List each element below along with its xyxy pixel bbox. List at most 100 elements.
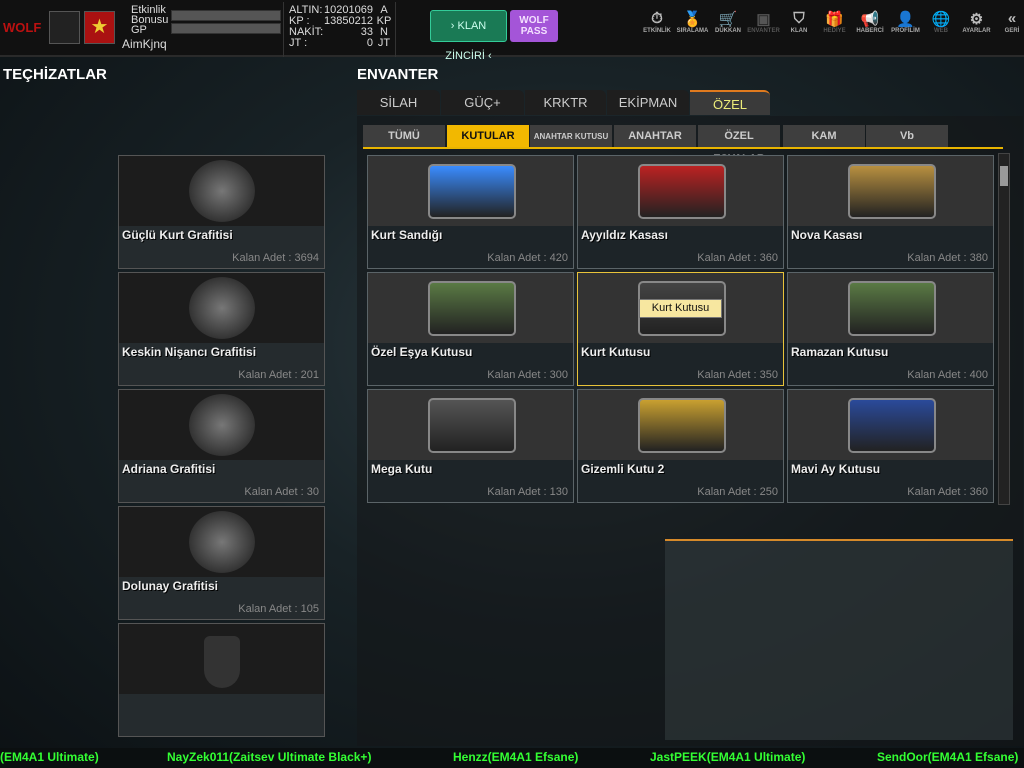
inventory-item[interactable]: Nova Kasası Kalan Adet : 380 [787,155,994,269]
box-image [848,164,936,219]
gp-label: GP [131,24,147,36]
tab-3[interactable]: EKİPMAN [607,90,689,115]
dükkan-icon: 🛒 [718,11,738,28]
haberci̇-icon: 📢 [860,11,880,28]
item-count: Kalan Adet : 360 [907,486,988,498]
empty-equipment-slot[interactable] [118,623,325,737]
equipment-title: TEÇHİZATLAR [3,66,107,83]
equipment-count: Kalan Adet : 3694 [232,252,319,264]
subtab-1[interactable]: KUTULAR [447,125,529,148]
inventory-scrollbar[interactable] [998,153,1010,505]
web-icon: 🌐 [931,11,951,28]
inventory-item[interactable]: Kurt Sandığı Kalan Adet : 420 [367,155,574,269]
wolf-pass-button[interactable]: WOLF PASS [510,10,558,42]
subtab-6[interactable]: Vb [866,125,948,148]
inventory-item[interactable]: Gizemli Kutu 2 Kalan Adet : 250 [577,389,784,503]
item-count: Kalan Adet : 300 [487,369,568,381]
item-count: Kalan Adet : 420 [487,252,568,264]
nav-envanter[interactable]: ▣ ENVANTER [746,10,782,34]
currency-unit: JT [377,37,391,49]
box-image [428,281,516,336]
nav-geri̇[interactable]: «GERİ [994,10,1024,34]
item-name: Ayyıldız Kasası [581,228,668,242]
tab-4[interactable]: ÖZEL [690,90,770,115]
top-bar: WOLF ★ Etkinlik Bonusu GP AimKjnq ALTIN:… [0,0,1024,62]
scrollbar-thumb[interactable] [1000,166,1008,186]
nav-dükkan[interactable]: 🛒 DÜKKAN [710,10,746,34]
geri̇-icon: « [1007,10,1017,27]
nav-label: SIRALAMA [676,28,709,34]
game-logo: WOLF [3,20,42,35]
tab-0[interactable]: SİLAH [357,90,440,115]
item-tooltip: Kurt Kutusu [639,299,722,318]
subtab-0[interactable]: TÜMÜ [363,125,445,148]
gp-bar [171,23,281,34]
item-name: Nova Kasası [791,228,863,242]
currency-panel: ALTIN: 10201069 A KP :13850212 KP NAKİT: 33 N JT… [283,2,396,57]
nav-profi̇li̇m[interactable]: 👤 PROFİLİM [888,10,924,34]
inventory-title: ENVANTER [357,66,439,83]
ticker-entry: (EM4A1 Ultimate) [0,750,99,764]
nav-klan[interactable]: ⛉ KLAN [781,10,817,34]
nav-label: KLAN [790,28,808,34]
graffiti-image [189,511,255,573]
equipment-card[interactable]: Dolunay Grafitisi Kalan Adet : 105 [118,506,325,620]
tab-1[interactable]: GÜÇ+ [441,90,524,115]
tab-2[interactable]: KRKTR [525,90,606,115]
nav-etki̇nli̇k[interactable]: ⏱ ETKİNLİK [639,10,675,34]
inventory-item[interactable]: Ramazan Kutusu Kalan Adet : 400 [787,272,994,386]
inventory-item[interactable]: Ayyıldız Kasası Kalan Adet : 360 [577,155,784,269]
nav-haberci̇[interactable]: 📢 HABERCİ [852,10,888,34]
box-image [638,164,726,219]
rank-icon: ★ [84,11,115,44]
equipment-card[interactable]: Adriana Grafitisi Kalan Adet : 30 [118,389,325,503]
item-details-box [665,539,1013,740]
ayarlar-icon: ⚙ [969,11,984,28]
clan-emblem[interactable] [49,11,80,44]
ticker-entry: SendOor(EM4A1 Efsane) [877,750,1019,764]
box-image [848,398,936,453]
item-count: Kalan Adet : 380 [907,252,988,264]
inventory-item[interactable]: Mega Kutu Kalan Adet : 130 [367,389,574,503]
nav-label: PROFİLİM [891,28,920,34]
item-count: Kalan Adet : 130 [487,486,568,498]
graffiti-image [189,160,255,222]
subtab-2[interactable]: ANAHTAR KUTUSU [530,125,612,148]
item-name: Özel Eşya Kutusu [371,345,473,359]
nav-web[interactable]: 🌐 WEB [923,10,959,34]
nav-hedi̇ye[interactable]: 🎁 HEDİYE [817,10,853,34]
nav-label: ETKİNLİK [643,28,671,34]
box-image [848,281,936,336]
currency-value: 0 [366,37,373,49]
profi̇li̇m-icon: 👤 [896,11,915,28]
box-image [428,398,516,453]
equipment-name: Adriana Grafitisi [122,462,216,476]
inventory-item[interactable]: Mavi Ay Kutusu Kalan Adet : 360 [787,389,994,503]
equipment-card[interactable]: Güçlü Kurt Grafitisi Kalan Adet : 3694 [118,155,325,269]
nav-label: HABERCİ [856,28,884,34]
graffiti-image [189,277,255,339]
equipment-card[interactable]: Keskin Nişancı Grafitisi Kalan Adet : 201 [118,272,325,386]
inventory-item[interactable]: Kurt Kutusu Kalan Adet : 350 [577,272,784,386]
username: AimKjnq [122,37,167,51]
subtab-3[interactable]: ANAHTAR [614,125,696,148]
ticker-entry: NayZek011(Zaitsev Ultimate Black+) [167,750,372,764]
equipment-name: Dolunay Grafitisi [122,579,219,593]
nav-label: GERİ [1004,28,1020,34]
nav-ayarlar[interactable]: ⚙ AYARLAR [959,10,995,34]
item-count: Kalan Adet : 360 [697,252,778,264]
item-count: Kalan Adet : 350 [697,369,778,381]
event-bonus-bar [171,10,281,21]
subtab-4[interactable]: ÖZEL EŞYALAR [698,125,780,165]
subtab-5[interactable]: KAM [783,125,865,148]
etki̇nli̇k-icon: ⏱ [651,10,663,27]
nav-siralama[interactable]: 🏅 SIRALAMA [675,10,711,34]
nav-label: HEDİYE [823,28,846,34]
envanter-icon: ▣ [756,11,771,28]
currency-label: JT : [289,37,308,49]
clan-chain-button[interactable]: › KLAN ZİNCİRİ ‹ [430,10,507,62]
inventory-item[interactable]: Özel Eşya Kutusu Kalan Adet : 300 [367,272,574,386]
item-name: Ramazan Kutusu [791,345,889,359]
equipment-count: Kalan Adet : 105 [238,603,319,615]
graffiti-image [189,394,255,456]
